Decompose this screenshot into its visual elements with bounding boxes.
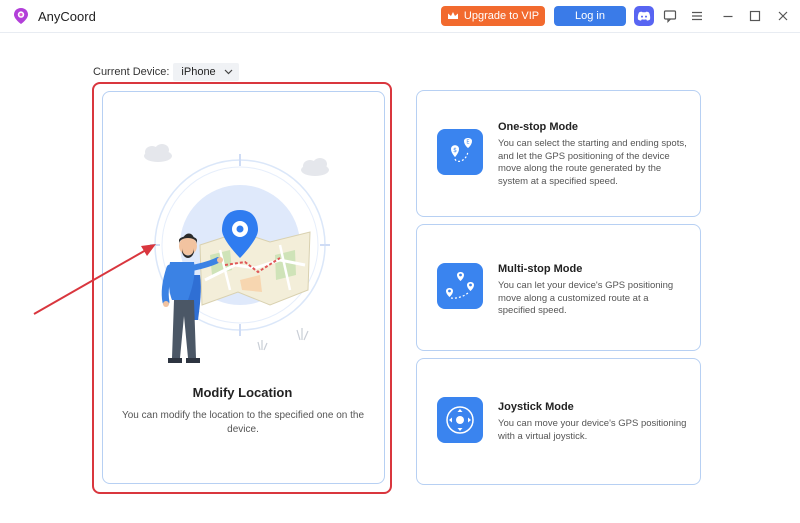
crown-icon [447, 12, 458, 19]
map-icon [199, 231, 311, 306]
upgrade-vip-button[interactable]: Upgrade to VIP [441, 6, 545, 26]
device-label: Current Device: [93, 66, 170, 78]
upgrade-vip-label: Upgrade to VIP [463, 10, 540, 22]
joystick-mode-title: Joystick Mode [498, 401, 574, 413]
multi-stop-mode-title: Multi-stop Mode [498, 263, 583, 275]
svg-text:$: $ [453, 147, 457, 154]
svg-text:E: E [466, 140, 469, 146]
app-logo-icon [14, 8, 28, 24]
login-button[interactable]: Log in [554, 6, 626, 26]
device-selector-row: Current Device: iPhone [93, 63, 239, 81]
maximize-icon[interactable] [747, 8, 763, 24]
title-bar: AnyCoord Upgrade to VIP Log in [0, 0, 800, 33]
one-stop-mode-card[interactable]: $ E One-stop Mode You can select the sta… [416, 90, 701, 217]
modify-location-title: Modify Location [192, 385, 293, 400]
close-icon[interactable] [775, 8, 791, 24]
cloud-icon [301, 158, 329, 176]
device-select[interactable]: iPhone [173, 63, 239, 81]
cloud-icon [144, 144, 172, 162]
one-stop-icon: $ E [437, 129, 483, 175]
multi-stop-mode-desc: You can let your device's GPS positionin… [498, 280, 674, 316]
multi-stop-icon [437, 263, 483, 309]
modify-location-illustration [144, 144, 330, 363]
joystick-mode-desc: You can move your device's GPS positioni… [498, 418, 687, 442]
multi-stop-mode-card[interactable]: Multi-stop Mode You can let your device'… [416, 224, 701, 351]
modify-location-desc: You can modify the location to the speci… [121, 410, 365, 435]
discord-icon[interactable] [634, 6, 654, 26]
chevron-down-icon [224, 69, 233, 75]
joystick-icon [437, 397, 483, 443]
device-select-value: iPhone [181, 66, 216, 78]
one-stop-mode-title: One-stop Mode [498, 121, 579, 133]
app-name: AnyCoord [38, 9, 96, 24]
menu-icon[interactable] [689, 8, 705, 24]
feedback-icon[interactable] [662, 8, 678, 24]
minimize-icon[interactable] [720, 8, 736, 24]
joystick-mode-card[interactable]: Joystick Mode You can move your device's… [416, 358, 701, 485]
one-stop-mode-desc: You can select the starting and ending s… [498, 138, 687, 187]
grass-icon [257, 328, 309, 351]
